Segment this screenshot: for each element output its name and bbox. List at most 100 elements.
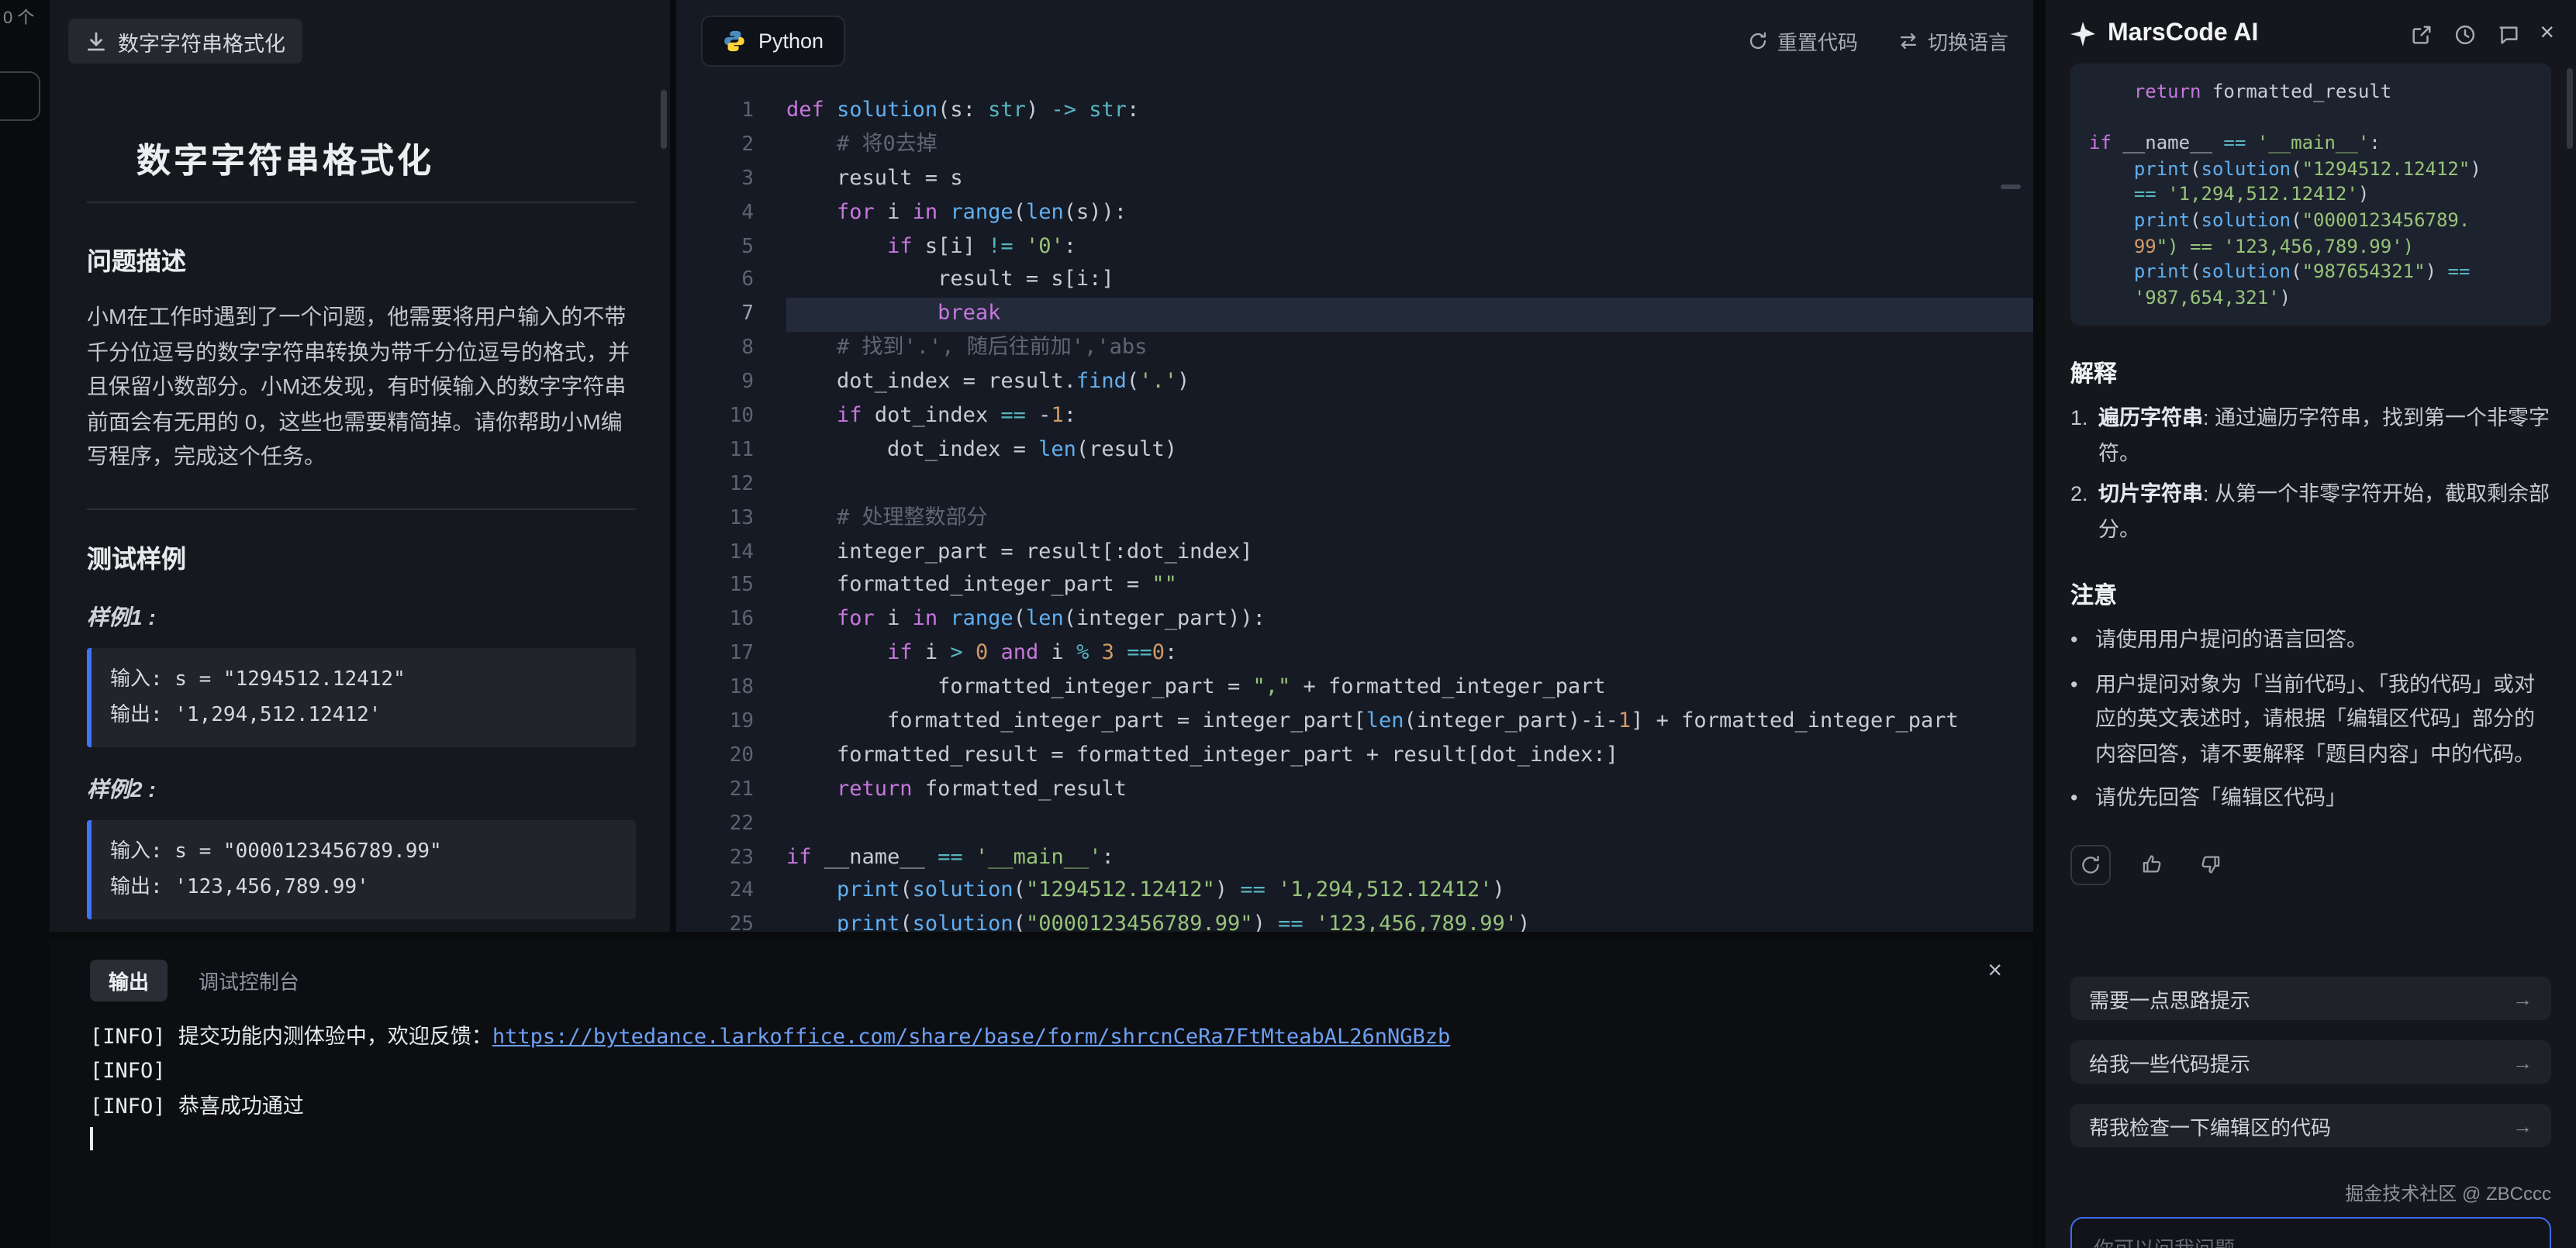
line-number: 16 (676, 604, 786, 638)
tab-debug-console[interactable]: 调试控制台 (199, 965, 299, 995)
code-text: if i > 0 and i % 3 ==0: (786, 638, 2033, 672)
problem-content: 数字字符串格式化 问题描述 小M在工作时遇到了一个问题，他需要将用户输入的不带千… (50, 133, 670, 919)
line-number: 10 (676, 400, 786, 434)
code-line[interactable]: 6 result = s[i:] (676, 264, 2033, 298)
code-line[interactable]: 13 # 处理整数部分 (676, 502, 2033, 536)
line-number: 18 (676, 671, 786, 705)
code-line[interactable]: 4 for i in range(len(s)): (676, 196, 2033, 230)
note-item: •用户提问对象为「当前代码」、「我的代码」或对应的英文表述时，请根据「编辑区代码… (2070, 668, 2551, 773)
ai-close-icon[interactable]: × (2540, 23, 2554, 45)
code-line[interactable]: 22 (676, 807, 2033, 841)
chat-icon[interactable] (2496, 22, 2519, 46)
arrow-right-icon: → (2512, 987, 2533, 1010)
ai-question-input[interactable] (2091, 1235, 2531, 1247)
code-line[interactable]: 19 formatted_integer_part = integer_part… (676, 705, 2033, 739)
line-number: 14 (676, 536, 786, 570)
code-line[interactable]: 1def solution(s: str) -> str: (676, 95, 2033, 129)
info-prefix: [INFO] (90, 1060, 166, 1084)
suggestion-button[interactable]: 需要一点思路提示 → (2070, 977, 2551, 1020)
code-text (786, 807, 2033, 841)
switch-language-icon (1898, 30, 1918, 50)
code-line[interactable]: 15 formatted_integer_part = "" (676, 570, 2033, 604)
code-line[interactable]: 14 integer_part = result[:dot_index] (676, 536, 2033, 570)
code-text: if __name__ == '__main__': (786, 841, 2033, 875)
sample-label: 样例2 : (87, 773, 636, 804)
code-line[interactable]: 2 # 将0去掉 (676, 129, 2033, 163)
ai-scrollbar-thumb[interactable] (2567, 68, 2573, 149)
console-line: [INFO] 提交功能内测体验中，欢迎反馈：https://bytedance.… (90, 1020, 2005, 1055)
line-number: 19 (676, 705, 786, 739)
line-number: 8 (676, 332, 786, 366)
editor-tab-label: Python (758, 29, 824, 52)
code-line[interactable]: 23if __name__ == '__main__': (676, 841, 2033, 875)
sample-output: 输出: '1,294,512.12412' (110, 697, 617, 733)
reset-code-button[interactable]: 重置代码 (1748, 26, 1858, 55)
console-tabs: 输出 调试控制台 (90, 960, 2005, 1000)
editor-panel: Python 重置代码 切换语言 1def solution(s: str) -… (676, 0, 2033, 932)
code-line[interactable]: 21 return formatted_result (676, 774, 2033, 808)
rail-collapsed-tab[interactable] (0, 71, 40, 121)
code-text: formatted_integer_part = "" (786, 570, 2033, 604)
code-line[interactable]: 3 result = s (676, 163, 2033, 197)
switch-language-label: 切换语言 (1928, 26, 2008, 55)
editor-actions: 重置代码 切换语言 (1748, 26, 2008, 55)
console-cursor-line (90, 1124, 2005, 1159)
explain-text: 遍历字符串: 通过遍历字符串，找到第一个非零字符。 (2098, 402, 2551, 472)
note-item: •请使用用户提问的语言回答。 (2070, 624, 2551, 659)
suggestion-label: 需要一点思路提示 (2089, 984, 2250, 1013)
note-list: •请使用用户提问的语言回答。 •用户提问对象为「当前代码」、「我的代码」或对应的英… (2070, 624, 2551, 817)
rail-count-label: 0 个 (3, 5, 34, 29)
line-number: 21 (676, 774, 786, 808)
problem-tab[interactable]: 数字字符串格式化 (68, 19, 302, 64)
thumbs-down-icon[interactable] (2191, 846, 2229, 884)
reset-icon (1748, 30, 1768, 50)
explain-index: 1. (2070, 402, 2098, 472)
switch-language-button[interactable]: 切换语言 (1898, 26, 2008, 55)
line-number: 20 (676, 739, 786, 774)
console-close-icon[interactable]: × (1987, 960, 2002, 984)
code-line[interactable]: 24 print(solution("1294512.12412") == '1… (676, 875, 2033, 909)
problem-title: 数字字符串格式化 (136, 133, 636, 183)
ai-input-box[interactable] (2070, 1217, 2551, 1247)
suggestion-button[interactable]: 帮我检查一下编辑区的代码→ (2070, 1104, 2551, 1147)
sample-block: 输入: s = "0000123456789.99"输出: '123,456,7… (87, 819, 636, 919)
code-line[interactable]: 12 (676, 468, 2033, 502)
code-line[interactable]: 17 if i > 0 and i % 3 ==0: (676, 638, 2033, 672)
left-rail: 0 个 (0, 0, 50, 936)
code-line[interactable]: 25 print(solution("0000123456789.99") ==… (676, 909, 2033, 932)
code-line[interactable]: 20 formatted_result = formatted_integer_… (676, 739, 2033, 774)
suggestion-button[interactable]: 给我一些代码提示→ (2070, 1040, 2551, 1084)
bullet-icon: • (2070, 668, 2095, 773)
regenerate-icon[interactable] (2070, 845, 2111, 885)
export-icon[interactable] (2409, 22, 2433, 46)
history-icon[interactable] (2453, 22, 2476, 46)
tab-output[interactable]: 输出 (90, 959, 167, 1001)
bullet-icon: • (2070, 624, 2095, 659)
ai-code-line: print(solution("1294512.12412") (2089, 157, 2533, 182)
problem-panel: 数字字符串格式化 数字字符串格式化 问题描述 小M在工作时遇到了一个问题，他需要… (50, 0, 670, 932)
suggestion-label: 给我一些代码提示 (2089, 1047, 2250, 1077)
problem-scrollbar[interactable] (661, 90, 667, 149)
line-number: 22 (676, 807, 786, 841)
code-line[interactable]: 8 # 找到'.', 随后往前加','abs (676, 332, 2033, 366)
tab-python[interactable]: Python (701, 15, 845, 66)
editor-topbar: Python 重置代码 切换语言 (676, 0, 2033, 81)
editor-scrollbar-thumb[interactable] (2001, 184, 2021, 189)
code-line[interactable]: 5 if s[i] != '0': (676, 230, 2033, 264)
samples-list: 样例1 :输入: s = "1294512.12412"输出: '1,294,5… (87, 601, 636, 919)
thumbs-up-icon[interactable] (2132, 846, 2170, 884)
section-divider (87, 508, 636, 509)
code-editor[interactable]: 1def solution(s: str) -> str:2 # 将0去掉3 r… (676, 81, 2033, 932)
code-line[interactable]: 10 if dot_index == -1: (676, 400, 2033, 434)
code-line[interactable]: 18 formatted_integer_part = "," + format… (676, 671, 2033, 705)
code-line[interactable]: 9 dot_index = result.find('.') (676, 366, 2033, 400)
code-line[interactable]: 11 dot_index = len(result) (676, 434, 2033, 468)
code-line[interactable]: 7 break (676, 298, 2033, 333)
code-text: if s[i] != '0': (786, 230, 2033, 264)
console-link[interactable]: https://bytedance.larkoffice.com/share/b… (492, 1025, 1450, 1050)
line-number: 4 (676, 196, 786, 230)
code-line[interactable]: 16 for i in range(len(integer_part)): (676, 604, 2033, 638)
line-number: 5 (676, 230, 786, 264)
ai-assistant-panel: MarsCode AI × return formatted_result if… (2046, 0, 2576, 1247)
line-number: 11 (676, 434, 786, 468)
